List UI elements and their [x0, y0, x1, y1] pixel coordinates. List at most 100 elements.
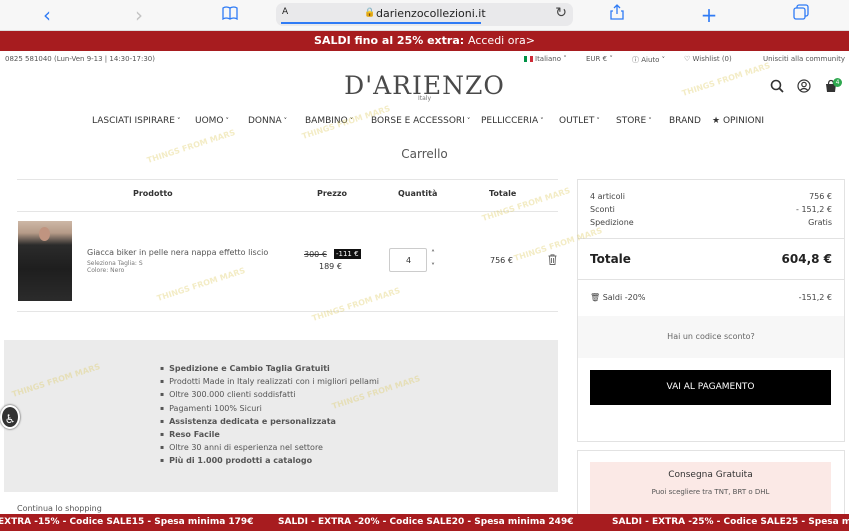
- nav-label: STORE: [616, 116, 647, 126]
- star-icon: ★: [712, 116, 721, 126]
- summary-articles-value: 756 €: [809, 192, 832, 201]
- ticker-item: SALDI - EXTRA -25% - Codice SALE25 - Spe…: [612, 517, 849, 527]
- quantity-increase-icon[interactable]: ˄: [431, 249, 435, 258]
- nav-label: BORSE E ACCESSORI: [371, 116, 465, 126]
- free-shipping-carriers: Puoi scegliere tra TNT, BRT o DHL: [651, 488, 770, 496]
- quantity-input[interactable]: 4: [389, 248, 427, 272]
- summary-shipping-label: Spedizione: [590, 218, 634, 227]
- heart-icon: ♡: [684, 55, 691, 63]
- tabs-overview-icon[interactable]: [790, 4, 812, 26]
- quantity-decrease-icon[interactable]: ˅: [431, 262, 435, 271]
- product-image[interactable]: [18, 221, 72, 301]
- benefit-item: Oltre 30 anni di esperienza nel settore: [160, 441, 379, 454]
- forward-icon[interactable]: ›: [128, 4, 150, 26]
- chevron-down-icon: ˅: [349, 117, 354, 125]
- language-selector[interactable]: Italiano ˅: [524, 55, 567, 63]
- reload-icon[interactable]: ↻: [555, 5, 567, 21]
- benefit-item: Pagamenti 100% Sicuri: [160, 402, 379, 415]
- table-top-divider: [17, 179, 558, 180]
- sale-price: 189 €: [319, 262, 342, 271]
- url-text[interactable]: darienzocollezioni.it: [376, 7, 486, 20]
- applied-sale-value: -151,2 €: [798, 293, 832, 302]
- back-icon[interactable]: ‹: [36, 4, 58, 26]
- applied-sale-label: Saldi -20%: [602, 293, 646, 302]
- accessibility-icon[interactable]: ♿: [0, 405, 20, 429]
- wishlist-link[interactable]: ♡ Wishlist (0): [684, 55, 732, 63]
- benefits-list: Spedizione e Cambio Taglia GratuitiProdo…: [160, 362, 379, 468]
- benefit-item: Reso Facile: [160, 428, 379, 441]
- nav-item-bambino[interactable]: BAMBINO ˅: [305, 116, 353, 126]
- community-link[interactable]: Unisciti alla community: [763, 55, 845, 63]
- lock-icon: 🔒: [364, 8, 376, 18]
- nav-label: OUTLET: [559, 116, 595, 126]
- product-color: Colore: Nero: [87, 267, 125, 274]
- promo-text: SALDI fino al 25% extra:: [314, 34, 465, 47]
- chevron-down-icon: ˅: [596, 117, 600, 125]
- help-menu[interactable]: ⓘ Aiuto ˅: [632, 55, 665, 65]
- coupon-toggle[interactable]: Hai un codice sconto?: [578, 316, 844, 358]
- share-icon[interactable]: [606, 4, 628, 26]
- new-tab-icon[interactable]: +: [698, 4, 720, 26]
- trash-icon[interactable]: 🗑: [590, 293, 600, 302]
- applied-sale: 🗑 Saldi -20% -151,2 €: [590, 293, 832, 302]
- promo-ticker[interactable]: EXTRA -15% - Codice SALE15 - Spesa minim…: [0, 514, 849, 531]
- nav-item-store[interactable]: STORE ˅: [616, 116, 652, 126]
- product-size: Seleziona Taglia: S: [87, 260, 143, 267]
- checkout-button[interactable]: VAI AL PAGAMENTO: [590, 370, 831, 405]
- continue-shopping-link[interactable]: Continua lo shopping: [17, 504, 102, 513]
- benefit-item: Assistenza dedicata e personalizzata: [160, 415, 379, 428]
- summary-shipping-value: Gratis: [808, 218, 832, 227]
- summary-total: Totale 604,8 €: [590, 252, 832, 266]
- watermark: THINGS FROM MARS: [155, 265, 247, 304]
- currency-selector[interactable]: EUR € ˅: [586, 55, 613, 63]
- summary-divider: [578, 279, 844, 280]
- product-name[interactable]: Giacca biker in pelle nera nappa effetto…: [87, 248, 268, 257]
- column-header-product: Prodotto: [133, 189, 173, 198]
- phone-hours: 0825 581040 (Lun-Ven 9-13 | 14:30-17:30): [5, 55, 155, 63]
- column-header-price: Prezzo: [317, 189, 348, 198]
- nav-item-outlet[interactable]: OUTLET ˅: [559, 116, 600, 126]
- chevron-down-icon: ˅: [648, 117, 652, 125]
- browser-toolbar: ‹ › A 🔒 darienzocollezioni.it ↻ +: [0, 0, 849, 31]
- summary-articles: 4 articoli 756 €: [590, 192, 832, 201]
- chevron-down-icon: ˅: [540, 117, 544, 125]
- summary-discount-label: Sconti: [590, 205, 615, 214]
- currency-label: EUR €: [586, 55, 608, 63]
- promo-banner[interactable]: SALDI fino al 25% extra: Accedi ora>: [0, 31, 849, 51]
- logo-subtitle: Italy: [417, 95, 432, 102]
- nav-item-opinioni[interactable]: ★ OPINIONI: [712, 116, 764, 126]
- nav-item-brand[interactable]: BRAND: [669, 116, 701, 126]
- nav-item-uomo[interactable]: UOMO ˅: [195, 116, 229, 126]
- nav-item-pellicceria[interactable]: PELLICCERIA ˅: [481, 116, 544, 126]
- cart-count-badge: 4: [833, 78, 842, 87]
- benefit-item: Più di 1.000 prodotti a catalogo: [160, 454, 379, 467]
- reader-options-icon[interactable]: A: [282, 7, 288, 17]
- trash-icon[interactable]: [548, 254, 557, 268]
- promo-link[interactable]: Accedi ora>: [468, 34, 535, 47]
- chevron-down-icon: ˅: [283, 117, 288, 125]
- summary-total-value: 604,8 €: [781, 252, 832, 266]
- summary-discount-value: - 151,2 €: [796, 205, 832, 214]
- nav-label: OPINIONI: [722, 116, 764, 126]
- chevron-down-icon: ˅: [225, 117, 230, 125]
- search-icon[interactable]: [770, 79, 784, 97]
- original-price: 300 €: [304, 250, 327, 259]
- address-bar[interactable]: A 🔒 darienzocollezioni.it ↻: [276, 3, 573, 26]
- benefit-item: Oltre 300.000 clienti soddisfatti: [160, 388, 379, 401]
- utility-bar: 0825 581040 (Lun-Ven 9-13 | 14:30-17:30)…: [0, 51, 849, 67]
- account-icon[interactable]: [797, 79, 811, 97]
- summary-total-label: Totale: [590, 252, 631, 266]
- column-header-total: Totale: [489, 189, 517, 198]
- nav-item-donna[interactable]: DONNA ˅: [248, 116, 287, 126]
- bookmarks-icon[interactable]: [219, 4, 241, 26]
- watermark: THINGS FROM MARS: [310, 285, 402, 324]
- nav-item-borse-accessori[interactable]: BORSE E ACCESSORI ˅: [371, 116, 470, 126]
- discount-badge: -111 €: [334, 249, 361, 259]
- nav-item-lasciati-ispirare[interactable]: LASCIATI ISPIRARE ˅: [92, 116, 180, 126]
- nav-label: LASCIATI ISPIRARE: [92, 116, 175, 126]
- benefit-item: Prodotti Made in Italy realizzati con i …: [160, 375, 379, 388]
- summary-discounts: Sconti - 151,2 €: [590, 205, 832, 214]
- chevron-down-icon: ˅: [176, 117, 181, 125]
- italy-flag-icon: [524, 56, 533, 62]
- benefit-item: Spedizione e Cambio Taglia Gratuiti: [160, 362, 379, 375]
